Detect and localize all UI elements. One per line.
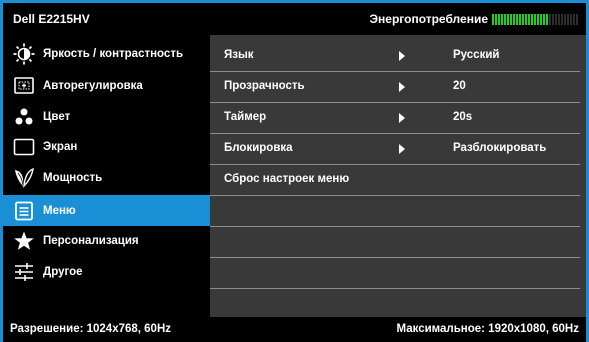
row-label: Язык xyxy=(224,49,254,61)
menu-row-lock[interactable]: Блокировка Разблокировать xyxy=(210,134,580,165)
auto-adjust-icon xyxy=(13,75,35,97)
sidebar-item-label: Другое xyxy=(43,265,83,278)
sidebar-item-menu[interactable]: Меню xyxy=(3,195,210,226)
energy-meter-bar xyxy=(498,14,500,25)
sidebar-menu: Яркость / контрастность Авторегулировка xyxy=(3,35,210,317)
current-resolution: Разрешение: 1024x768, 60Hz xyxy=(10,323,172,335)
arrow-right-icon xyxy=(399,144,405,154)
energy-meter-bar xyxy=(492,14,494,25)
energy-meter-bar xyxy=(555,14,557,25)
sidebar-item-label: Экран xyxy=(43,140,78,153)
sidebar-item-personalize[interactable]: Персонализация xyxy=(3,225,210,256)
sidebar-item-brightness-contrast[interactable]: Яркость / контрастность xyxy=(3,38,210,69)
energy-meter-bar xyxy=(558,14,560,25)
energy-meter-bar xyxy=(510,14,512,25)
energy-meter-bar xyxy=(501,14,503,25)
energy-meter-bar xyxy=(537,14,539,25)
energy-meter-bar xyxy=(528,14,530,25)
row-label: Сброс настроек меню xyxy=(224,173,350,185)
energy-meter-bar xyxy=(543,14,545,25)
menu-row-reset[interactable]: Сброс настроек меню xyxy=(210,165,580,196)
model-name: Dell E2215HV xyxy=(13,12,90,26)
menu-row-empty xyxy=(210,196,580,227)
row-label: Прозрачность xyxy=(224,80,305,92)
row-value: 20 xyxy=(453,80,466,92)
menu-icon xyxy=(13,200,35,222)
energy-meter-bar xyxy=(516,14,518,25)
row-value: Русский xyxy=(453,49,500,61)
sidebar-item-power[interactable]: Мощность xyxy=(3,162,210,193)
arrow-right-icon xyxy=(399,82,405,92)
menu-row-timer[interactable]: Таймер 20s xyxy=(210,103,580,134)
menu-row-empty xyxy=(210,227,580,258)
sidebar-item-label: Меню xyxy=(43,204,76,217)
energy-label: Энергопотребление xyxy=(369,12,488,26)
submenu-panel: Язык Русский Прозрачность 20 Таймер 20s … xyxy=(210,35,586,317)
energy-meter-bar xyxy=(573,14,575,25)
energy-meter-bar xyxy=(534,14,536,25)
brightness-contrast-icon xyxy=(13,43,35,65)
sidebar-item-auto-adjust[interactable]: Авторегулировка xyxy=(3,70,210,101)
osd-header: Dell E2215HV Энергопотребление xyxy=(3,3,586,35)
energy-meter-bar xyxy=(507,14,509,25)
menu-row-transparency[interactable]: Прозрачность 20 xyxy=(210,72,580,103)
row-label: Таймер xyxy=(224,111,267,123)
menu-row-empty xyxy=(210,258,580,289)
energy-meter-bar xyxy=(549,14,551,25)
energy-meter-bar xyxy=(567,14,569,25)
color-icon xyxy=(13,106,35,128)
energy-meter-bar xyxy=(540,14,542,25)
energy-meter-bar xyxy=(519,14,521,25)
arrow-right-icon xyxy=(399,113,405,123)
monitor-osd: Dell E2215HV Энергопотребление Яркость /… xyxy=(0,0,589,342)
sliders-icon xyxy=(13,261,35,283)
energy-meter-bar xyxy=(546,14,548,25)
energy-meter-bar xyxy=(561,14,563,25)
energy-meter-bar xyxy=(576,14,578,25)
sidebar-item-label: Мощность xyxy=(43,171,103,184)
sidebar-item-other[interactable]: Другое xyxy=(3,256,210,287)
sidebar-item-display[interactable]: Экран xyxy=(3,131,210,162)
energy-meter-bar xyxy=(495,14,497,25)
energy-meter-bar xyxy=(522,14,524,25)
osd-footer: Разрешение: 1024x768, 60Hz Максимальное:… xyxy=(3,317,586,342)
row-value: Разблокировать xyxy=(453,142,547,154)
power-leaf-icon xyxy=(13,167,35,189)
sidebar-item-color[interactable]: Цвет xyxy=(3,101,210,132)
sidebar-item-label: Авторегулировка xyxy=(43,79,143,92)
energy-meter-bar xyxy=(564,14,566,25)
energy-meter-bar xyxy=(513,14,515,25)
energy-meter xyxy=(492,14,580,25)
menu-row-language[interactable]: Язык Русский xyxy=(210,41,580,72)
row-label: Блокировка xyxy=(224,142,293,154)
sidebar-item-label: Яркость / контрастность xyxy=(43,47,184,60)
arrow-right-icon xyxy=(399,51,405,61)
energy-meter-bar xyxy=(552,14,554,25)
energy-meter-bar xyxy=(525,14,527,25)
sidebar-item-label: Цвет xyxy=(43,110,71,123)
max-resolution: Максимальное: 1920x1080, 60Hz xyxy=(396,323,579,335)
energy-meter-bar xyxy=(531,14,533,25)
energy-meter-bar xyxy=(504,14,506,25)
star-icon xyxy=(13,230,35,252)
row-value: 20s xyxy=(453,111,473,123)
sidebar-item-label: Персонализация xyxy=(43,234,139,247)
display-icon xyxy=(13,136,35,158)
energy-meter-bar xyxy=(570,14,572,25)
